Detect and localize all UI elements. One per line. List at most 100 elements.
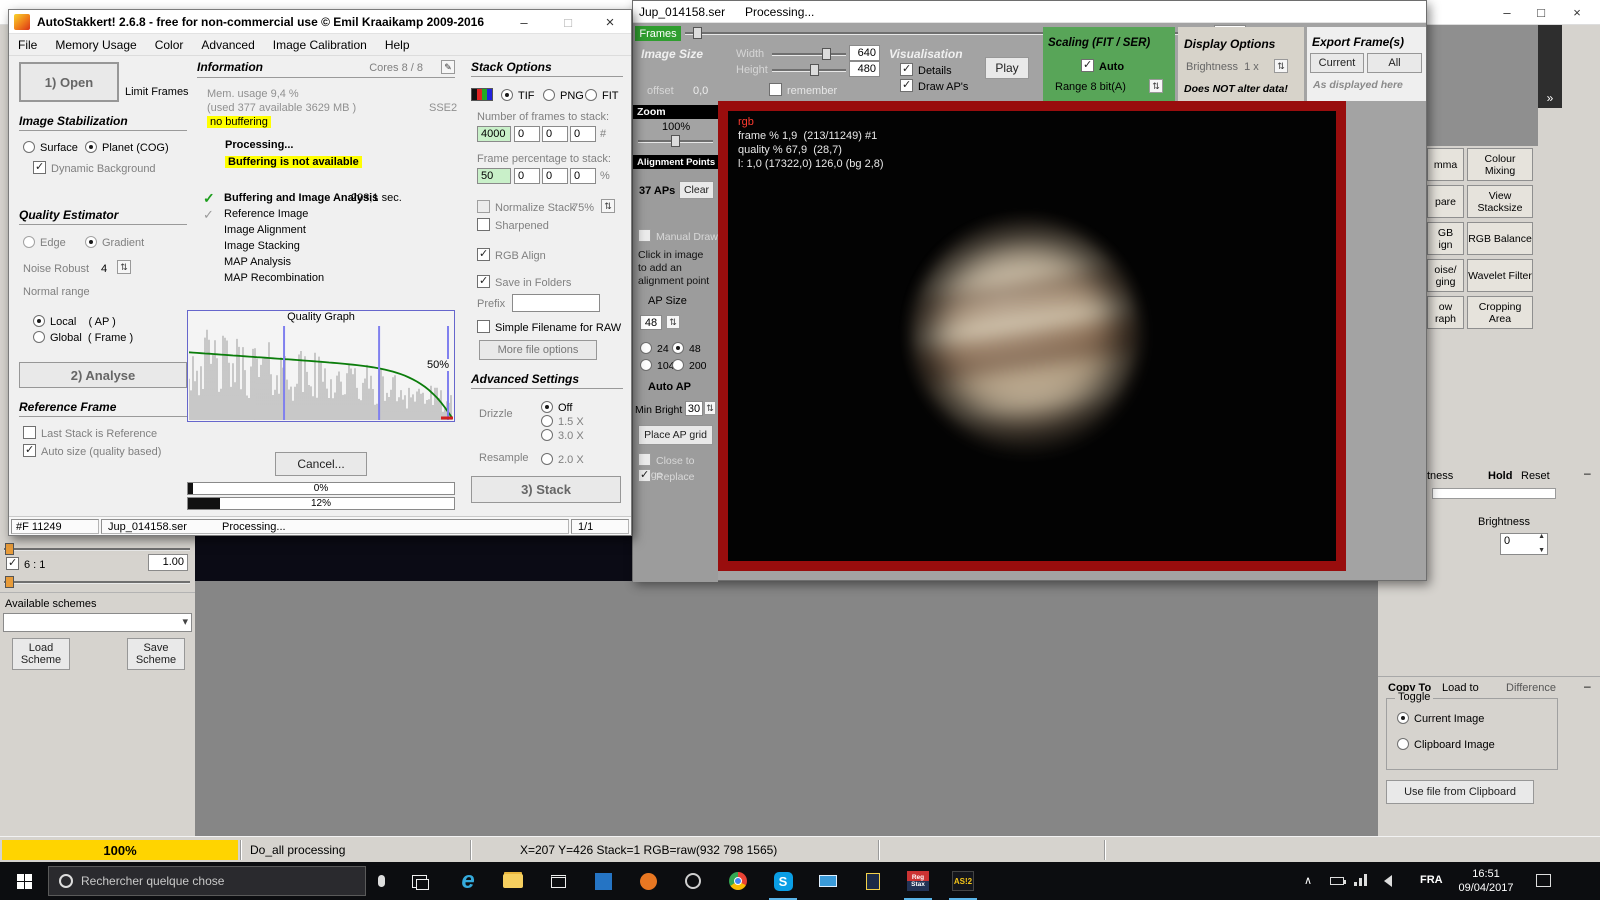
drizzle-15-radio[interactable] bbox=[541, 415, 553, 427]
frames-pct-field-1[interactable]: 50 bbox=[477, 168, 511, 184]
edge-radio-row[interactable]: Edge bbox=[23, 235, 66, 249]
frames-pct-field-4[interactable]: 0 bbox=[570, 168, 596, 184]
frames-count-field-1[interactable]: 4000 bbox=[477, 126, 511, 142]
ap-size-24-radio[interactable] bbox=[640, 342, 652, 354]
microphone-icon[interactable] bbox=[366, 862, 396, 900]
schemes-dropdown[interactable]: ▾ bbox=[3, 613, 192, 632]
autostakkert-taskbar-icon[interactable]: AS!2 bbox=[941, 862, 985, 900]
store-icon[interactable] bbox=[536, 862, 580, 900]
frame-window-titlebar[interactable]: Jup_014158.ser Processing... bbox=[633, 1, 1426, 23]
photos-icon[interactable] bbox=[581, 862, 625, 900]
main-window-titlebar[interactable]: AutoStakkert! 2.6.8 - free for non-comme… bbox=[9, 10, 631, 34]
gradient-radio[interactable] bbox=[85, 236, 97, 248]
battery-icon[interactable] bbox=[1330, 877, 1346, 885]
surface-radio[interactable] bbox=[23, 141, 35, 153]
limit-frames-label[interactable]: Limit Frames bbox=[125, 86, 189, 98]
function-button-partial-rgb-align[interactable]: GB ign bbox=[1427, 222, 1464, 255]
clear-aps-button[interactable]: Clear bbox=[679, 181, 714, 199]
registax-minimize-button[interactable]: – bbox=[1490, 1, 1524, 23]
analyse-button[interactable]: 2) Analyse bbox=[19, 362, 187, 388]
language-indicator[interactable]: FRA bbox=[1420, 874, 1443, 886]
range-spinner-icon[interactable]: ⇅ bbox=[1149, 79, 1163, 93]
cropping-area-button[interactable]: Cropping Area bbox=[1467, 296, 1533, 329]
edge-icon[interactable]: e bbox=[446, 862, 490, 900]
global-frame-radio-row[interactable]: Global ( Frame ) bbox=[33, 330, 133, 344]
local-ap-radio[interactable] bbox=[33, 315, 45, 327]
draw-aps-checkbox[interactable] bbox=[900, 78, 913, 92]
ap-size-field[interactable]: 48 bbox=[640, 315, 662, 330]
ap-size-104-radio-row[interactable]: 104 bbox=[640, 358, 675, 372]
ap-size-spinner-icon[interactable]: ⇅ bbox=[666, 315, 680, 329]
height-field[interactable]: 480 bbox=[849, 61, 880, 77]
start-button[interactable] bbox=[0, 862, 48, 900]
auto-scaling-checkbox[interactable] bbox=[1081, 58, 1094, 72]
brightness-spinner-icon[interactable]: ⇅ bbox=[1274, 59, 1288, 73]
prefix-field[interactable] bbox=[512, 294, 600, 312]
fit-radio-row[interactable]: FIT bbox=[585, 88, 619, 102]
global-frame-radio[interactable] bbox=[33, 331, 45, 343]
settings-icon[interactable] bbox=[671, 862, 715, 900]
registax-taskbar-icon[interactable]: Reg Stax bbox=[896, 862, 940, 900]
export-all-button[interactable]: All bbox=[1367, 53, 1422, 73]
mail-icon[interactable] bbox=[806, 862, 850, 900]
tif-radio-row[interactable]: TIF bbox=[501, 88, 535, 102]
network-icon[interactable] bbox=[1354, 874, 1368, 886]
drizzle-30-radio[interactable] bbox=[541, 429, 553, 441]
task-view-button[interactable] bbox=[400, 862, 438, 900]
menu-help[interactable]: Help bbox=[376, 36, 419, 54]
resample-20-radio[interactable] bbox=[541, 453, 553, 465]
frames-tab[interactable]: Frames bbox=[635, 26, 681, 41]
frames-count-field-3[interactable]: 0 bbox=[542, 126, 568, 142]
function-button-partial-graph[interactable]: ow raph bbox=[1427, 296, 1464, 329]
spinner-up-icon[interactable]: ▲ bbox=[1538, 533, 1545, 540]
menu-image-calibration[interactable]: Image Calibration bbox=[264, 36, 376, 54]
load-to-menu[interactable]: Load to bbox=[1442, 682, 1479, 694]
dynamic-background-checkbox-row[interactable]: Dynamic Background bbox=[33, 160, 156, 175]
normalize-spinner-icon[interactable]: ⇅ bbox=[601, 199, 615, 213]
simple-filename-checkbox[interactable] bbox=[477, 320, 490, 333]
difference-menu[interactable]: Difference bbox=[1506, 682, 1556, 694]
chrome-icon[interactable] bbox=[716, 862, 760, 900]
noise-robust-spinner-icon[interactable]: ⇅ bbox=[117, 260, 131, 274]
calculator-icon[interactable] bbox=[851, 862, 895, 900]
reset-button[interactable]: Reset bbox=[1521, 470, 1550, 482]
rgb-align-checkbox-row[interactable]: RGB Align bbox=[477, 247, 546, 262]
edit-info-icon[interactable]: ✎ bbox=[441, 60, 455, 74]
current-image-radio[interactable] bbox=[1397, 712, 1409, 724]
remember-checkbox[interactable] bbox=[769, 83, 782, 96]
last-stack-checkbox-row[interactable]: Last Stack is Reference bbox=[23, 426, 157, 440]
frames-count-field-2[interactable]: 0 bbox=[514, 126, 540, 142]
menu-memory-usage[interactable]: Memory Usage bbox=[46, 36, 145, 54]
simple-filename-checkbox-row[interactable]: Simple Filename for RAW bbox=[477, 320, 621, 334]
frames-pct-field-2[interactable]: 0 bbox=[514, 168, 540, 184]
draw-aps-checkbox-row[interactable]: Draw AP's bbox=[900, 78, 968, 93]
registax-close-button[interactable]: × bbox=[1560, 1, 1594, 23]
sharpened-checkbox-row[interactable]: Sharpened bbox=[477, 218, 549, 232]
save-in-folders-checkbox[interactable] bbox=[477, 274, 490, 288]
dynamic-background-checkbox[interactable] bbox=[33, 160, 46, 174]
planet-radio[interactable] bbox=[85, 141, 97, 153]
tif-radio[interactable] bbox=[501, 89, 513, 101]
brightness-spinner[interactable]: 0 ▲ ▼ bbox=[1500, 533, 1548, 555]
replace-checkbox[interactable] bbox=[638, 468, 651, 482]
save-scheme-button[interactable]: Save Scheme bbox=[127, 638, 185, 670]
surface-radio-row[interactable]: Surface bbox=[23, 140, 78, 154]
png-radio[interactable] bbox=[543, 89, 555, 101]
menu-file[interactable]: File bbox=[9, 36, 46, 54]
planet-radio-row[interactable]: Planet (COG) bbox=[85, 140, 169, 154]
sharpness-slider[interactable] bbox=[1432, 488, 1556, 499]
details-checkbox-row[interactable]: Details bbox=[900, 62, 952, 77]
current-image-radio-row[interactable]: Current Image bbox=[1397, 711, 1484, 725]
load-scheme-button[interactable]: Load Scheme bbox=[12, 638, 70, 670]
ap-size-24-radio-row[interactable]: 24 bbox=[640, 341, 669, 355]
close-to-edge-checkbox[interactable] bbox=[638, 453, 651, 466]
menu-advanced[interactable]: Advanced bbox=[192, 36, 263, 54]
function-button-partial-gamma[interactable]: mma bbox=[1427, 148, 1464, 181]
width-slider[interactable] bbox=[772, 48, 846, 60]
hold-toggle[interactable]: Hold bbox=[1488, 470, 1512, 482]
frames-pct-field-3[interactable]: 0 bbox=[542, 168, 568, 184]
function-button-partial-noise[interactable]: oise/ ging bbox=[1427, 259, 1464, 292]
colour-mixing-button[interactable]: Colour Mixing bbox=[1467, 148, 1533, 181]
min-bright-spinner-icon[interactable]: ⇅ bbox=[704, 401, 716, 415]
file-explorer-icon[interactable] bbox=[491, 862, 535, 900]
